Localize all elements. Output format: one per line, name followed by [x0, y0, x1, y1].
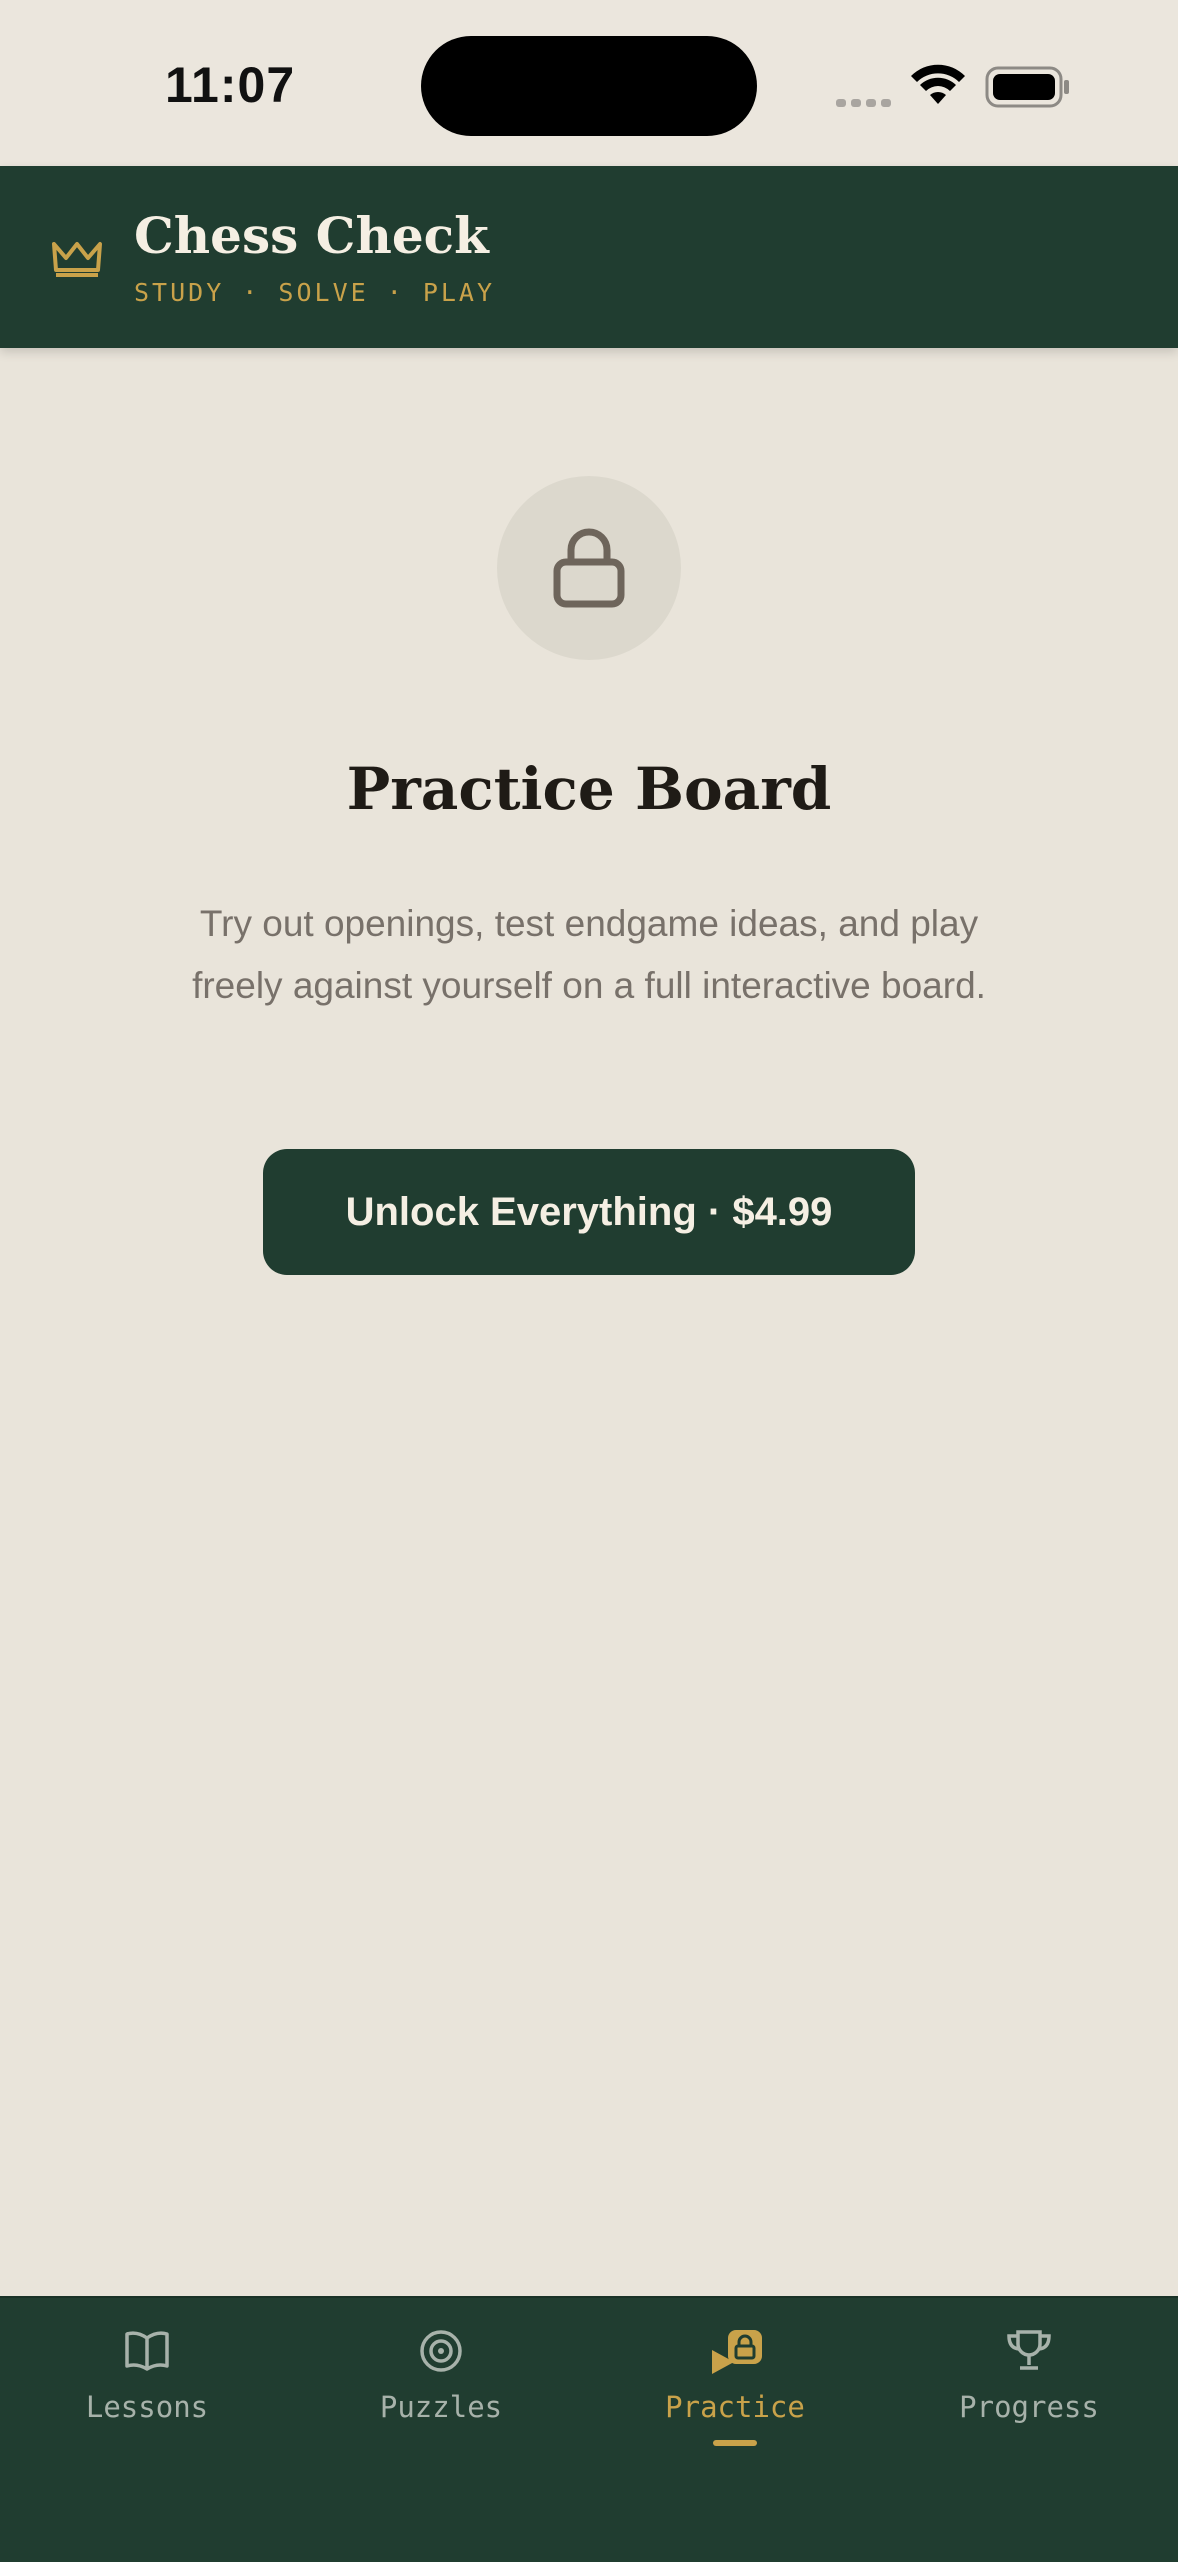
wifi-icon — [910, 64, 966, 111]
lock-icon — [553, 528, 625, 608]
book-icon — [123, 2328, 171, 2377]
tab-label: Puzzles — [379, 2390, 503, 2424]
page-title: Practice Board — [346, 755, 832, 823]
status-bar: 11:07 — [0, 0, 1178, 166]
active-tab-indicator — [713, 2440, 757, 2446]
tab-label: Lessons — [85, 2390, 209, 2424]
play-lock-icon — [704, 2328, 766, 2391]
unlock-button[interactable]: Unlock Everything · $4.99 — [263, 1149, 915, 1275]
lock-badge — [497, 476, 681, 660]
app-header: Chess Check STUDY · SOLVE · PLAY — [0, 166, 1178, 348]
app-subtitle: STUDY · SOLVE · PLAY — [134, 278, 496, 307]
tab-label: Progress — [959, 2390, 1099, 2424]
tab-bar: Lessons Puzzles Practice Progress — [0, 2296, 1178, 2562]
crown-icon — [50, 238, 104, 283]
target-icon — [418, 2328, 464, 2379]
dynamic-island — [421, 36, 757, 136]
tab-progress[interactable]: Progress — [882, 2298, 1176, 2498]
cellular-signal-icon — [836, 94, 896, 112]
battery-icon — [985, 66, 1071, 113]
app-title: Chess Check — [134, 206, 489, 265]
trophy-icon — [1004, 2328, 1054, 2379]
tab-label: Practice — [665, 2390, 805, 2424]
tab-practice[interactable]: Practice — [588, 2298, 882, 2498]
status-time: 11:07 — [165, 57, 296, 113]
tab-puzzles[interactable]: Puzzles — [294, 2298, 588, 2498]
tab-lessons[interactable]: Lessons — [0, 2298, 294, 2498]
page-description: Try out openings, test endgame ideas, an… — [192, 903, 986, 1006]
